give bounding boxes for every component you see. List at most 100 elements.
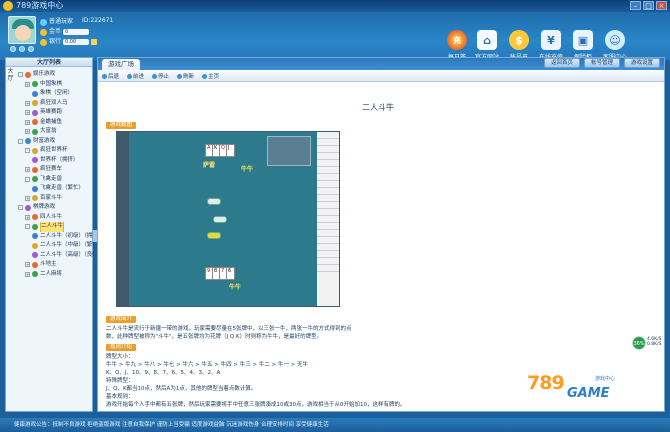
account-button[interactable]: 帐号管理 — [583, 58, 620, 68]
coin-icon — [40, 28, 47, 36]
tree-label: 二人麻将 — [40, 270, 63, 277]
tree-game[interactable]: + 疯狂赛车 — [18, 165, 94, 175]
recharge-icon: 充 — [447, 30, 467, 50]
tree-label: 斗地主 — [40, 261, 57, 267]
tree-label: 二人斗牛（初级）（拥挤） — [40, 232, 94, 239]
collapse-icon[interactable]: - — [25, 176, 30, 182]
main-panel: 游戏广场 返回首页 帐号管理 游戏设置 后退 前进 停止 刷新 主页 二人斗牛 … — [97, 57, 665, 412]
game-icon — [32, 90, 38, 97]
tree-game[interactable]: + 英雄赛跑 — [18, 108, 94, 118]
home-button[interactable]: 返回首页 — [543, 58, 580, 68]
forward-button[interactable]: 前进 — [127, 72, 144, 80]
tree-room[interactable]: 二人斗牛（高级）（良好） — [18, 251, 94, 261]
window-controls: – □ × — [630, 1, 667, 10]
game-icon — [32, 119, 38, 126]
expand-icon[interactable]: + — [25, 119, 30, 125]
browser-toolbar: 后退 前进 停止 刷新 主页 — [98, 71, 664, 82]
tree-category[interactable]: - 娱乐游戏 — [18, 70, 94, 80]
score-panel — [267, 136, 311, 166]
refresh-button[interactable]: 刷新 — [177, 72, 194, 80]
settings-button[interactable]: 游戏设置 — [623, 58, 660, 68]
tree-room[interactable]: 二人斗牛（初级）（拥挤） — [18, 232, 94, 242]
sidebar: 大厅列表 大 厅 - 娱乐游戏 + 中国象棋 象棋（空闲） + 疯狂双人马 + 英雄赛跑 + 金蟾捕… — [5, 57, 94, 412]
expand-icon[interactable]: + — [25, 81, 30, 87]
sidebar-tab-hall-2[interactable]: 厅 — [6, 75, 15, 82]
bank-button[interactable] — [91, 39, 98, 45]
tree-game[interactable]: + 斗地主 — [18, 260, 94, 270]
tree-label: 二人斗牛（高级）（良好） — [40, 251, 94, 258]
game-icon — [32, 242, 38, 249]
collapse-icon[interactable]: - — [18, 138, 23, 144]
tree-game[interactable]: - 疯狂世界杯 — [18, 146, 94, 156]
tree-game[interactable]: - 飞禽走兽 — [18, 175, 94, 185]
game-tree: - 娱乐游戏 + 中国象棋 象棋（空闲） + 疯狂双人马 + 英雄赛跑 + 金蟾捕鱼 + 大富翁 - 财富游… — [18, 70, 94, 279]
app-logo-icon — [3, 1, 13, 11]
tab-game-square[interactable]: 游戏广场 — [102, 59, 140, 70]
brand-logo: 789 游戏中心 GAME — [527, 372, 616, 401]
user-name: 普通玩家 — [49, 18, 74, 25]
tree-room[interactable]: 二人斗牛（中级）（繁忙） — [18, 241, 94, 251]
back-button[interactable]: 后退 — [102, 72, 119, 80]
game-icon — [32, 261, 38, 268]
tree-room[interactable]: 象棋（空闲） — [18, 89, 94, 99]
tree-label: 英雄赛跑 — [40, 109, 63, 115]
expand-icon[interactable]: + — [25, 271, 30, 277]
game-icon — [32, 128, 38, 135]
expand-icon[interactable]: + — [25, 195, 30, 201]
expand-icon[interactable]: + — [25, 167, 30, 173]
network-percent-badge[interactable]: 36% — [632, 336, 646, 350]
expand-icon[interactable]: + — [25, 214, 30, 220]
minimize-icon[interactable]: – — [630, 1, 641, 10]
expand-icon[interactable]: + — [25, 110, 30, 116]
game-icon — [32, 157, 38, 164]
player-list-panel — [317, 132, 339, 306]
tree-label: 中国象棋 — [40, 80, 63, 87]
tree-label: 疯狂赛车 — [40, 166, 63, 172]
tree-category[interactable]: - 棋牌游戏 — [18, 203, 94, 213]
tree-game[interactable]: + 四人斗牛 — [18, 213, 94, 223]
game-page: 二人斗牛 游戏截图 A K Q J 萨雷 牛牛 9 8 7 6 牛牛 游戏简介 … — [104, 84, 652, 411]
tree-game[interactable]: + 疯狂双人马 — [18, 99, 94, 109]
tree-game[interactable]: + 金蟾捕鱼 — [18, 118, 94, 128]
status-icon[interactable] — [10, 46, 16, 52]
expand-icon[interactable]: + — [25, 129, 30, 135]
status-icon[interactable] — [19, 46, 25, 52]
tree-room[interactable]: 世界杯（拥挤） — [18, 156, 94, 166]
collapse-icon[interactable]: - — [25, 148, 30, 154]
game-icon — [32, 100, 38, 107]
status-icon[interactable] — [28, 46, 34, 52]
tree-room[interactable]: 飞禽走兽（繁忙） — [18, 184, 94, 194]
tree-game[interactable]: - 二人斗牛 — [18, 222, 94, 232]
tree-label: 四人斗牛 — [40, 213, 63, 220]
tree-label: 象棋（空闲） — [40, 90, 74, 96]
opponent-name: 萨雷 — [203, 162, 216, 169]
homepage-button[interactable]: 主页 — [202, 72, 219, 80]
tree-category[interactable]: - 财富游戏 — [18, 137, 94, 147]
title-bar: 789游戏中心 – □ × — [0, 0, 670, 12]
collapse-icon[interactable]: - — [18, 72, 23, 78]
maximize-icon[interactable]: □ — [643, 1, 654, 10]
expand-icon[interactable]: + — [25, 100, 30, 106]
tree-game[interactable]: + 大富翁 — [18, 127, 94, 137]
tree-label: 二人斗牛 — [40, 222, 65, 232]
game-icon — [32, 81, 38, 88]
section-rules: 规则介绍 — [106, 344, 137, 351]
expand-icon[interactable]: + — [25, 262, 30, 268]
collapse-icon[interactable]: - — [18, 205, 23, 211]
game-icon — [32, 176, 38, 183]
game-icon — [32, 109, 38, 116]
user-id: ID:222671 — [82, 17, 114, 24]
collapse-icon[interactable]: - — [25, 224, 30, 230]
avatar[interactable] — [8, 16, 36, 44]
bank-value: 0.00 — [63, 39, 90, 45]
tree-game[interactable]: + 百家斗牛 — [18, 194, 94, 204]
stop-button[interactable]: 停止 — [152, 72, 169, 80]
sidebar-tab-hall[interactable]: 大 — [6, 68, 15, 75]
tree-label: 棋牌游戏 — [33, 204, 56, 210]
game-screenshot: A K Q J 萨雷 牛牛 9 8 7 6 牛牛 — [116, 131, 340, 307]
game-icon — [32, 271, 38, 278]
tree-game[interactable]: + 中国象棋 — [18, 80, 94, 90]
tree-game[interactable]: + 二人麻将 — [18, 270, 94, 280]
close-icon[interactable]: × — [656, 1, 667, 10]
section-screenshot: 游戏截图 — [106, 122, 137, 129]
